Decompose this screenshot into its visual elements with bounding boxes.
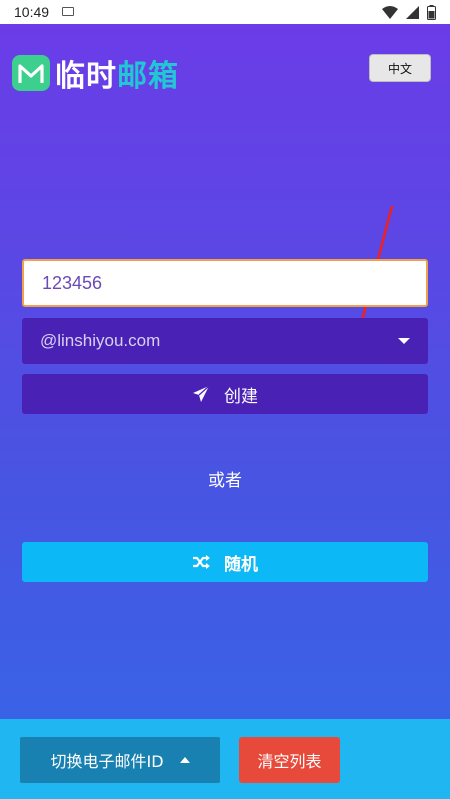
- create-button-label: 创建: [224, 386, 258, 407]
- paper-plane-icon: [193, 385, 210, 402]
- main-panel: 临时 邮箱 中文 @linshiyou.com 创建 或者 随机: [0, 24, 450, 719]
- notification-icon: [62, 7, 74, 16]
- switch-email-id-button[interactable]: 切换电子邮件ID: [20, 737, 220, 783]
- username-input[interactable]: [22, 259, 428, 307]
- switch-email-id-label: 切换电子邮件ID: [50, 752, 164, 771]
- battery-icon: [427, 4, 436, 20]
- or-divider-text: 或者: [208, 471, 242, 491]
- logo-text-accent: 邮箱: [117, 59, 179, 94]
- random-button[interactable]: 随机: [22, 542, 428, 582]
- status-bar: 10:49: [0, 0, 450, 24]
- logo-text: 临时: [55, 59, 117, 94]
- domain-select[interactable]: @linshiyou.com: [22, 318, 428, 364]
- shuffle-icon: [193, 555, 210, 569]
- signal-icon: [406, 5, 419, 19]
- status-icons: [382, 4, 436, 20]
- logo-m-icon: [12, 55, 50, 91]
- caret-up-icon: [179, 757, 190, 763]
- wifi-icon: [382, 5, 398, 19]
- status-time: 10:49: [14, 4, 50, 20]
- bottom-bar: 切换电子邮件ID 清空列表: [0, 719, 450, 799]
- random-button-label: 随机: [224, 554, 258, 575]
- create-button[interactable]: 创建: [22, 374, 428, 414]
- app-logo: 临时 邮箱: [12, 53, 179, 94]
- clear-list-button[interactable]: 清空列表: [239, 737, 340, 783]
- domain-select-value: @linshiyou.com: [40, 331, 161, 350]
- caret-down-icon: [398, 338, 410, 344]
- language-button[interactable]: 中文: [369, 54, 431, 82]
